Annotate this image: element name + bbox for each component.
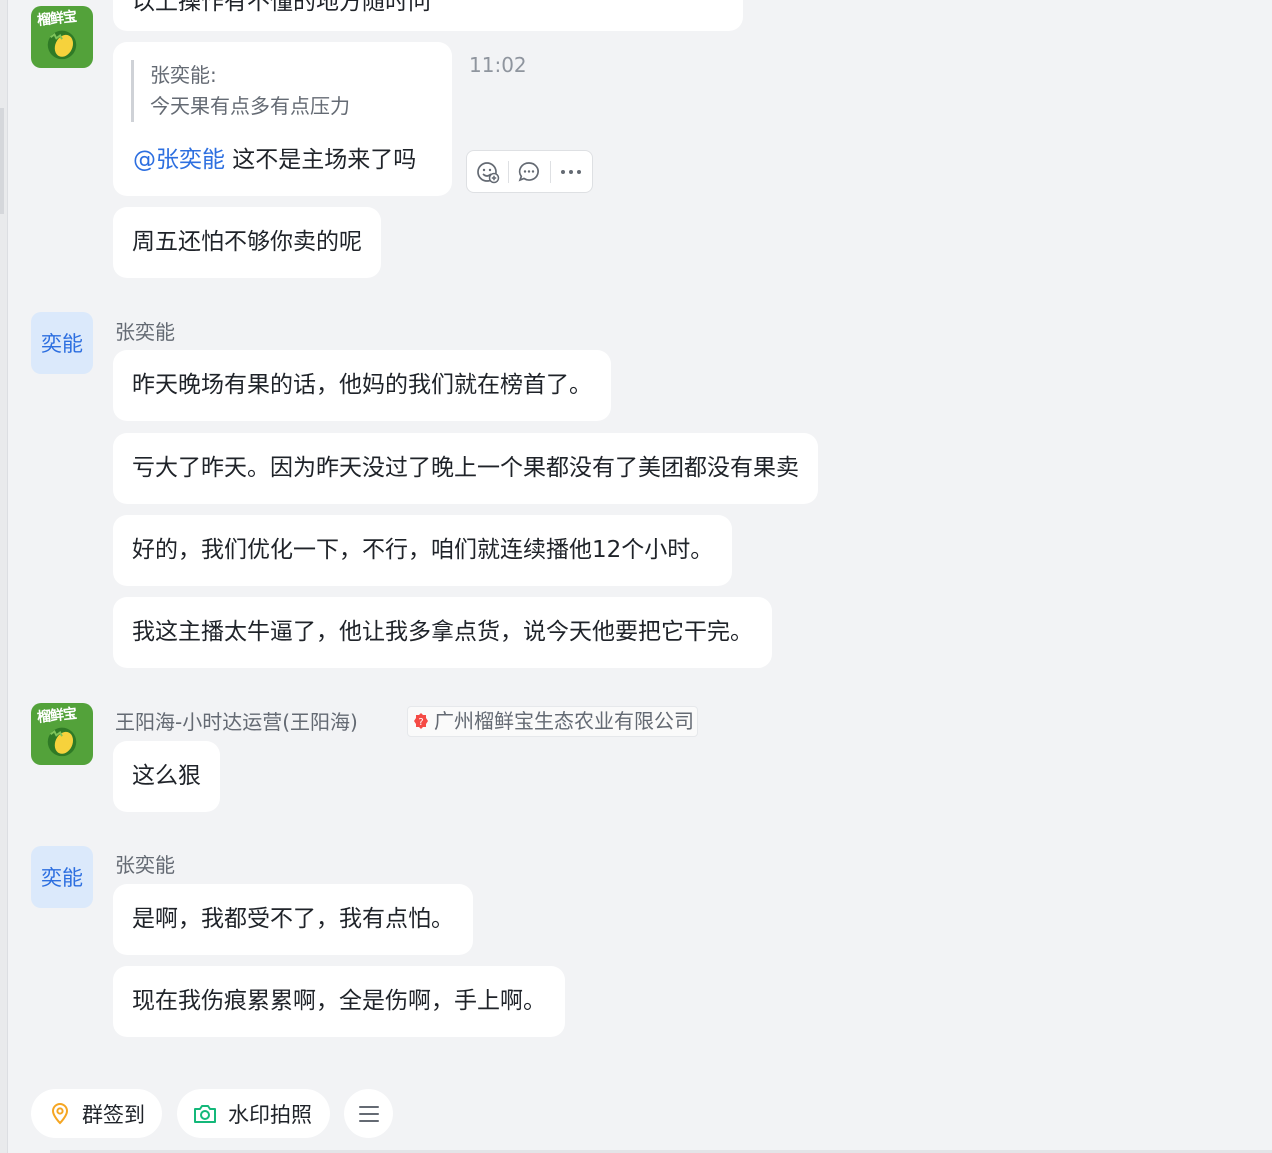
- more-icon: [561, 169, 582, 174]
- location-pin-icon: [51, 1102, 69, 1124]
- comment-icon: [519, 161, 540, 181]
- durian-icon: [47, 727, 77, 757]
- avatar-label: 奕能: [41, 332, 83, 356]
- message-text: 是啊，我都受不了，我有点怕。: [132, 906, 454, 932]
- company-name: 广州榴鲜宝生态农业有限公司: [434, 709, 694, 733]
- avatar[interactable]: 奕能: [31, 312, 93, 374]
- verified-badge-icon: ?: [414, 713, 428, 729]
- watermark-camera-button[interactable]: 水印拍照: [177, 1089, 330, 1138]
- reply-text: @张奕能 这不是主场来了吗: [133, 140, 416, 174]
- checkin-label: 群签到: [82, 1102, 145, 1127]
- panel-resize-handle[interactable]: [0, 108, 4, 214]
- message-bubble[interactable]: 好的，我们优化一下，不行，咱们就连续播他12个小时。: [113, 515, 733, 586]
- camera-icon: [194, 1104, 216, 1123]
- quoted-message[interactable]: 张奕能: 今天果有点多有点压力: [131, 60, 350, 122]
- message-bubble[interactable]: 是啊，我都受不了，我有点怕。: [113, 884, 473, 955]
- quoted-sender: 张奕能:: [150, 63, 217, 87]
- menu-icon: [358, 1105, 379, 1122]
- sender-name[interactable]: 张奕能: [115, 316, 175, 345]
- watermark-camera-label: 水印拍照: [228, 1102, 312, 1127]
- add-reaction-icon: [476, 161, 499, 183]
- message-actions-bar: [466, 150, 593, 193]
- left-panel-edge: [0, 0, 8, 1153]
- more-apps-button[interactable]: [344, 1089, 393, 1138]
- add-reaction-button[interactable]: [467, 151, 508, 192]
- message-text: 我这主播太牛逼了，他让我多拿点货，说今天他要把它干完。: [132, 619, 753, 645]
- message-text: 昨天晚场有果的话，他妈的我们就在榜首了。: [132, 372, 592, 398]
- checkin-button[interactable]: 群签到: [31, 1089, 162, 1138]
- avatar[interactable]: 奕能: [31, 846, 93, 908]
- message-text: 这么狠: [132, 763, 201, 789]
- durian-icon: [47, 30, 77, 60]
- message-bubble[interactable]: 现在我伤痕累累啊，全是伤啊，手上啊。: [113, 966, 565, 1037]
- message-text: 周五还怕不够你卖的呢: [132, 229, 362, 255]
- company-tag[interactable]: ? 广州榴鲜宝生态农业有限公司: [407, 706, 698, 737]
- message-text: 亏大了昨天。因为昨天没过了晚上一个果都没有了美团都没有果卖: [132, 455, 799, 481]
- svg-text:?: ?: [418, 717, 423, 728]
- message-bubble[interactable]: 昨天晚场有果的话，他妈的我们就在榜首了。: [113, 350, 611, 421]
- mention-link[interactable]: @张奕能: [133, 147, 225, 173]
- avatar-label: 奕能: [41, 866, 83, 890]
- sender-name[interactable]: 王阳海-小时达运营(王阳海): [115, 706, 358, 735]
- more-button[interactable]: [551, 151, 592, 192]
- reply-body: 这不是主场来了吗: [225, 147, 417, 173]
- avatar-logo[interactable]: 榴鲜宝: [31, 703, 93, 765]
- message-bubble[interactable]: 这么狠: [113, 741, 220, 812]
- message-timestamp: 11:02: [469, 53, 527, 77]
- message-text: 好的，我们优化一下，不行，咱们就连续播他12个小时。: [132, 537, 714, 563]
- message-bubble-partial: 以上操作有不懂的地方随时问: [113, 0, 743, 31]
- reply-button[interactable]: [509, 151, 550, 192]
- message-text: 现在我伤痕累累啊，全是伤啊，手上啊。: [132, 988, 546, 1014]
- message-text: 以上操作有不懂的地方随时问: [132, 0, 431, 15]
- quoted-text: 今天果有点多有点压力: [150, 94, 350, 118]
- message-bubble[interactable]: 我这主播太牛逼了，他让我多拿点货，说今天他要把它干完。: [113, 597, 772, 668]
- message-bubble[interactable]: 亏大了昨天。因为昨天没过了晚上一个果都没有了美团都没有果卖: [113, 433, 818, 504]
- avatar-logo[interactable]: 榴鲜宝: [31, 6, 93, 68]
- sender-name[interactable]: 张奕能: [115, 849, 175, 878]
- message-bubble[interactable]: 周五还怕不够你卖的呢: [113, 207, 381, 278]
- quote-reply-bubble[interactable]: 张奕能: 今天果有点多有点压力 @张奕能 这不是主场来了吗: [113, 42, 452, 196]
